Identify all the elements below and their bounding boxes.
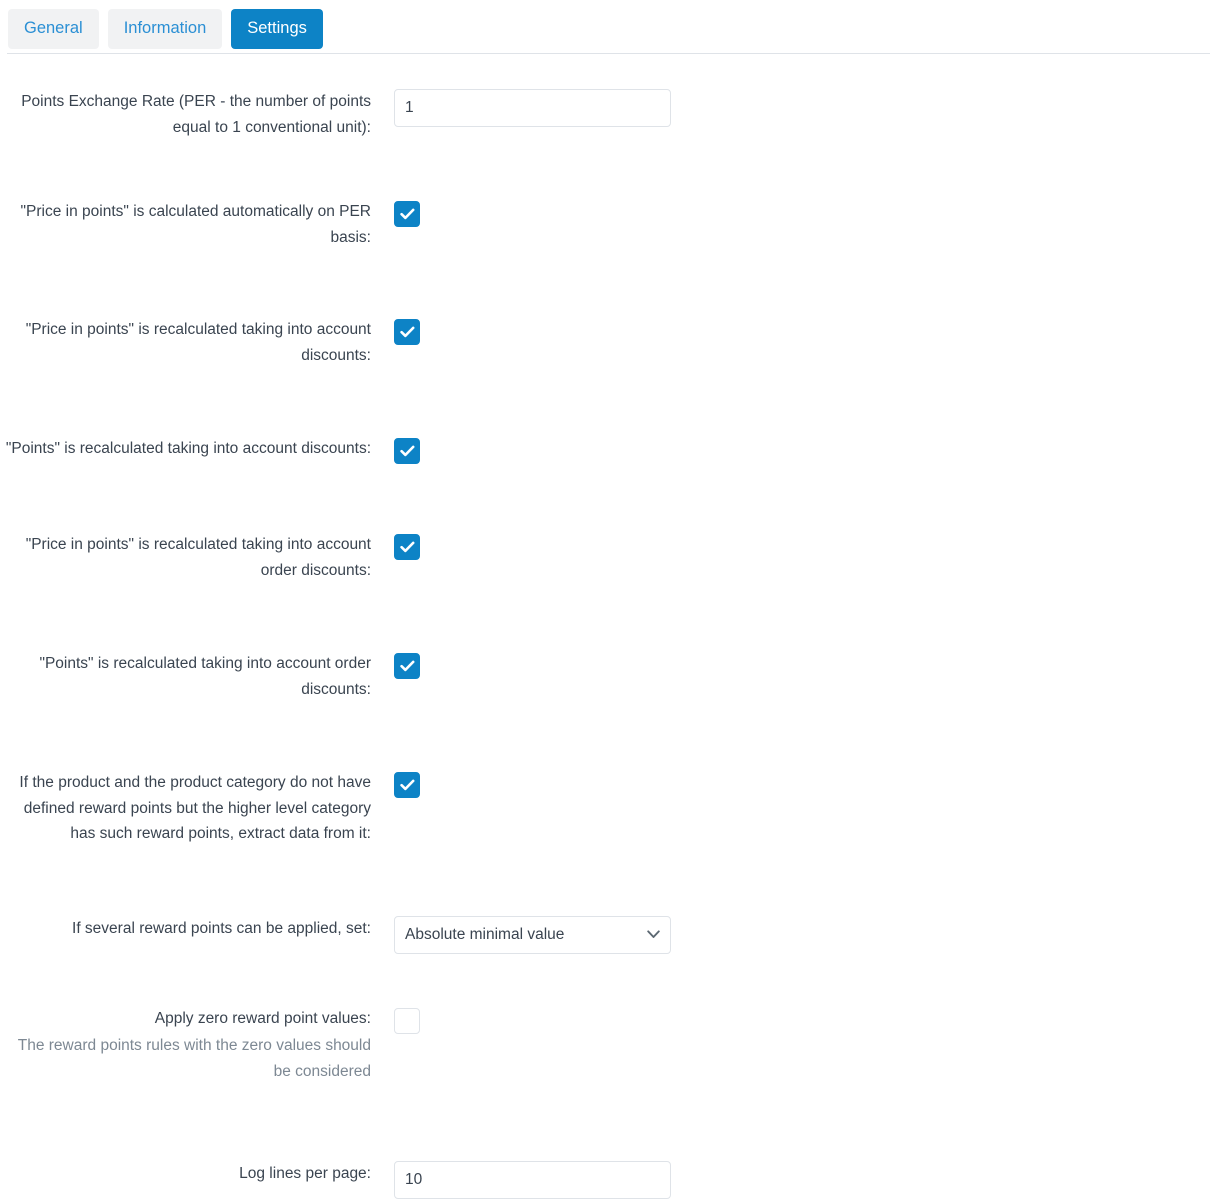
label-several-rules: If several reward points can be applied,… (72, 919, 371, 937)
check-icon (399, 445, 414, 457)
check-icon (399, 660, 414, 672)
tab-bar: General Information Settings (0, 0, 1218, 54)
check-icon (399, 779, 414, 791)
field-row-parent-category: If the product and the product category … (0, 770, 1218, 847)
field-price-points-discounts (371, 317, 1218, 345)
tab-information[interactable]: Information (107, 9, 223, 49)
check-icon (399, 541, 414, 553)
field-exchange-rate (371, 89, 1218, 127)
points-order-discounts-checkbox[interactable] (394, 653, 420, 679)
several-rules-select-wrap: Absolute minimal value (394, 915, 671, 954)
tab-settings[interactable]: Settings (231, 9, 323, 49)
label-points-order-discounts: "Points" is recalculated taking into acc… (39, 655, 371, 698)
field-row-price-points-order-discounts: "Price in points" is recalculated taking… (0, 532, 1218, 583)
field-row-several-rules: If several reward points can be applied,… (0, 915, 1218, 954)
field-row-log-lines: Log lines per page: (0, 1161, 1218, 1199)
field-row-points-order-discounts: "Points" is recalculated taking into acc… (0, 651, 1218, 702)
settings-form: Points Exchange Rate (PER - the number o… (0, 54, 1218, 1199)
field-parent-category (371, 770, 1218, 798)
check-icon (399, 326, 414, 338)
field-row-auto-per: "Price in points" is calculated automati… (0, 199, 1218, 250)
label-parent-category: If the product and the product category … (19, 774, 371, 842)
label-zero-values-helper: The reward points rules with the zero va… (17, 1037, 371, 1080)
field-points-discounts (371, 436, 1218, 464)
parent-category-checkbox[interactable] (394, 772, 420, 798)
field-auto-per (371, 199, 1218, 227)
auto-per-checkbox[interactable] (394, 201, 420, 227)
field-points-order-discounts (371, 651, 1218, 679)
label-log-lines: Log lines per page: (239, 1165, 371, 1182)
field-zero-values (371, 1006, 1218, 1034)
field-row-exchange-rate: Points Exchange Rate (PER - the number o… (0, 89, 1218, 140)
field-row-price-points-discounts: "Price in points" is recalculated taking… (0, 317, 1218, 368)
label-zero-values: Apply zero reward point values: The rewa… (0, 1006, 371, 1085)
field-log-lines (371, 1161, 1218, 1199)
label-auto-per: "Price in points" is calculated automati… (20, 203, 371, 246)
field-several-rules: Absolute minimal value (371, 915, 1218, 954)
zero-values-checkbox[interactable] (394, 1007, 420, 1034)
field-row-zero-values: Apply zero reward point values: The rewa… (0, 1006, 1218, 1085)
price-points-order-discounts-checkbox[interactable] (394, 534, 420, 560)
field-price-points-order-discounts (371, 532, 1218, 560)
points-discounts-checkbox[interactable] (394, 438, 420, 464)
label-price-points-discounts: "Price in points" is recalculated taking… (25, 321, 371, 364)
check-icon (399, 208, 414, 220)
label-exchange-rate: Points Exchange Rate (PER - the number o… (21, 93, 371, 136)
exchange-rate-input[interactable] (394, 89, 671, 127)
price-points-discounts-checkbox[interactable] (394, 319, 420, 345)
log-lines-input[interactable] (394, 1161, 671, 1199)
several-rules-select[interactable]: Absolute minimal value (394, 915, 671, 954)
label-points-discounts: "Points" is recalculated taking into acc… (5, 440, 371, 457)
label-zero-values-text: Apply zero reward point values: (154, 1009, 371, 1027)
tab-general[interactable]: General (8, 9, 99, 49)
label-price-points-order-discounts: "Price in points" is recalculated taking… (25, 536, 371, 579)
field-row-points-discounts: "Points" is recalculated taking into acc… (0, 436, 1218, 464)
